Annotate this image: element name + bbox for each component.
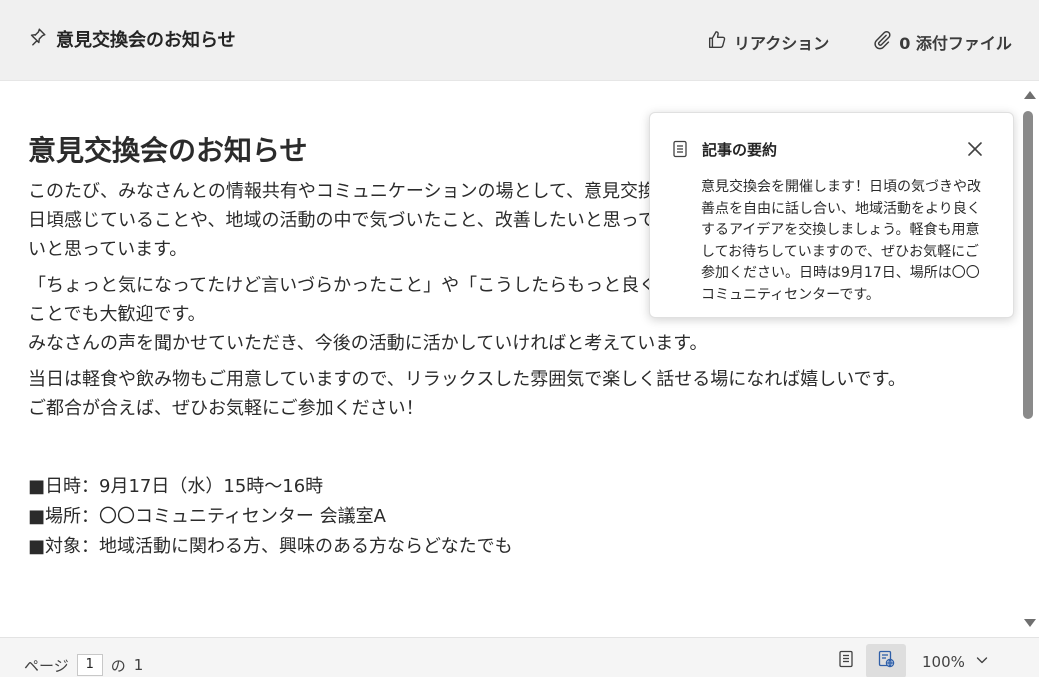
paragraph: 当日は軽食や飲み物もご用意していますので、リラックスした雰囲気で楽しく話せる場に…	[28, 369, 906, 419]
summary-body: 意見交換会を開催します！日頃の気づきや改善点を自由に話し合い、地域活動をより良く…	[701, 179, 981, 303]
scroll-thumb[interactable]	[1023, 111, 1033, 419]
page-layout-icon	[836, 649, 856, 673]
chevron-down-icon	[975, 653, 989, 671]
summary-title: 記事の要約	[702, 140, 778, 159]
vertical-scrollbar[interactable]	[1020, 81, 1039, 637]
header-bar: 意見交換会のお知らせ リアクション 0 添付ファイル	[0, 0, 1039, 81]
print-layout-button[interactable]	[826, 644, 866, 677]
header-actions: リアクション 0 添付ファイル	[706, 28, 1039, 56]
scroll-up-arrow-icon[interactable]	[1024, 91, 1036, 99]
detail-audience: ■対象：地域活動に関わる方、興味のある方ならどなたでも	[28, 536, 513, 557]
attachments-label: 0 添付ファイル	[899, 34, 1012, 53]
close-icon[interactable]	[965, 139, 985, 159]
page-total: 1	[133, 656, 144, 674]
zoom-dropdown[interactable]: 100%	[922, 653, 989, 671]
summary-header: 記事の要約	[670, 137, 993, 161]
detail-datetime: ■日時：9月17日（水）15時〜16時	[28, 476, 324, 497]
attachments-button[interactable]: 0 添付ファイル	[871, 29, 1012, 55]
page-separator: の	[110, 656, 126, 675]
page-prefix: ページ	[24, 656, 69, 675]
thumbs-up-icon	[706, 29, 728, 55]
document-icon	[670, 139, 690, 159]
zoom-level: 100%	[922, 653, 965, 671]
web-layout-icon	[876, 649, 896, 673]
header-title-group: 意見交換会のお知らせ	[26, 26, 236, 52]
page-indicator: ページ 1 の 1	[24, 654, 143, 676]
scroll-down-arrow-icon[interactable]	[1024, 619, 1036, 627]
reaction-label: リアクション	[734, 34, 830, 53]
paperclip-icon	[871, 29, 893, 55]
web-layout-button[interactable]	[866, 644, 906, 677]
status-bar: ページ 1 の 1 100%	[0, 637, 1039, 677]
header-title: 意見交換会のお知らせ	[56, 30, 236, 51]
pin-icon[interactable]	[26, 26, 48, 53]
detail-location: ■場所：〇〇コミュニティセンター 会議室A	[28, 506, 386, 527]
reaction-button[interactable]: リアクション	[706, 29, 829, 55]
article-summary-panel: 記事の要約 意見交換会を開催します！日頃の気づきや改善点を自由に話し合い、地域活…	[649, 112, 1014, 318]
page-number-input[interactable]: 1	[76, 654, 103, 676]
document-viewer: 意見交換会のお知らせ リアクション 0 添付ファイル 意見交換会のお知らせ この…	[0, 0, 1039, 677]
